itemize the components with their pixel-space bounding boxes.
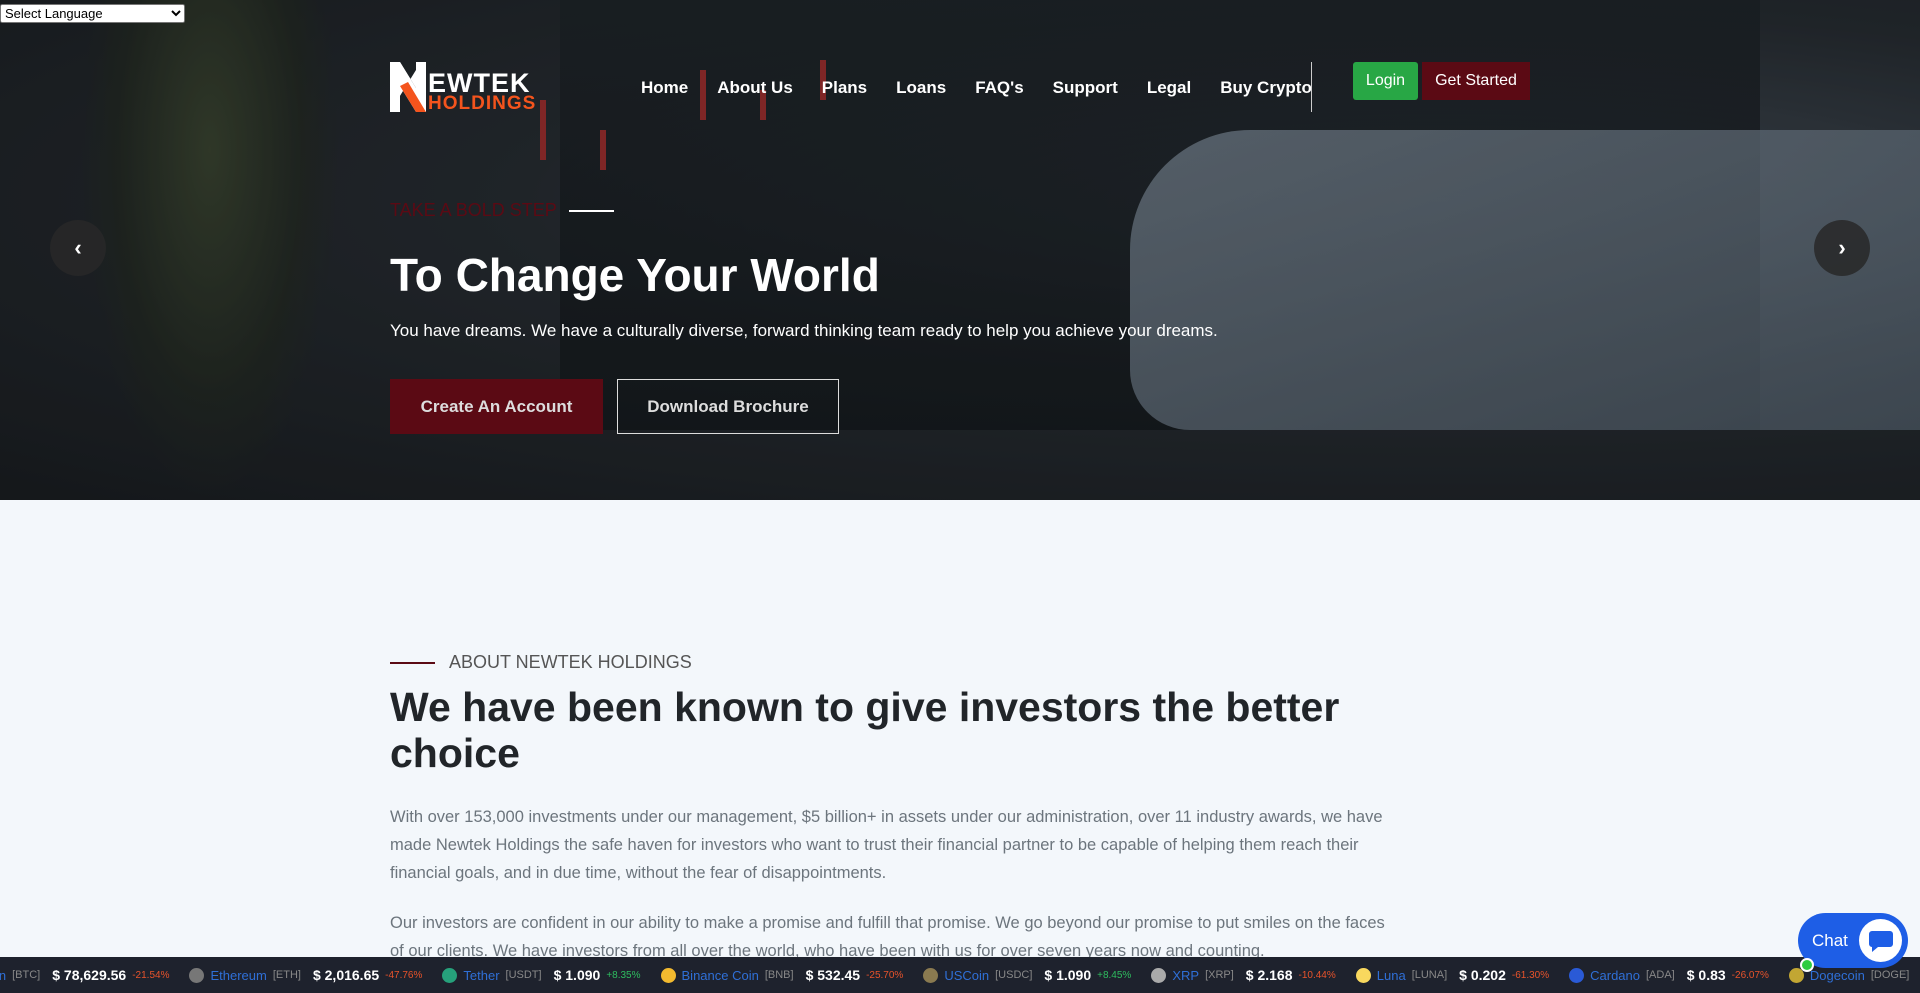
coin-symbol: [ADA] bbox=[1646, 969, 1675, 981]
coin-name: Ethereum bbox=[210, 967, 267, 983]
nav-loans[interactable]: Loans bbox=[896, 78, 946, 98]
about-paragraph-1: With over 153,000 investments under our … bbox=[390, 808, 1383, 882]
label-line bbox=[390, 661, 435, 664]
ticker-item[interactable]: USCoin [USDC] $ 1.090 +8.45% bbox=[923, 967, 1131, 983]
coin-name: Tether bbox=[463, 967, 500, 983]
coin-icon bbox=[1151, 967, 1167, 983]
prev-slide-button[interactable]: ‹ bbox=[50, 220, 106, 276]
hero-title: To Change Your World bbox=[390, 249, 880, 301]
coin-change: -25.70% bbox=[866, 969, 904, 981]
coin-symbol: [DOGE] bbox=[1870, 969, 1910, 981]
coin-name: Cardano bbox=[1590, 967, 1640, 983]
ticker-item[interactable]: Luna [LUNA] $ 0.202 -61.30% bbox=[1355, 967, 1550, 983]
coin-symbol: [LUNA] bbox=[1411, 969, 1448, 981]
coin-price: $ 0.202 bbox=[1459, 967, 1506, 983]
coin-icon bbox=[189, 967, 205, 983]
hero-subtitle: TAKE A BOLD STEP bbox=[390, 200, 614, 221]
coin-change: -21.54% bbox=[132, 969, 170, 981]
nav-plans[interactable]: Plans bbox=[822, 78, 867, 98]
coin-icon bbox=[660, 967, 676, 983]
main-nav: Home About Us Plans Loans FAQ's Support … bbox=[641, 78, 1312, 98]
about-heading: We have been known to give investors the… bbox=[390, 684, 1340, 776]
next-slide-button[interactable]: › bbox=[1814, 220, 1870, 276]
coin-icon bbox=[442, 967, 458, 983]
online-status-dot bbox=[1800, 958, 1814, 972]
nav-buy-crypto[interactable]: Buy Crypto bbox=[1220, 78, 1312, 98]
get-started-button[interactable]: Get Started bbox=[1422, 62, 1530, 100]
coin-change: +8.45% bbox=[1097, 969, 1132, 981]
coin-symbol: [ETH] bbox=[272, 969, 301, 981]
download-brochure-button[interactable]: Download Brochure bbox=[617, 379, 839, 434]
chat-bubble-icon bbox=[1859, 919, 1902, 962]
coin-name: Luna bbox=[1376, 967, 1406, 983]
coin-price: $ 2.168 bbox=[1245, 967, 1293, 983]
logo[interactable]: EWTEK HOLDINGS bbox=[390, 62, 540, 114]
coin-change: -47.76% bbox=[385, 969, 423, 981]
crypto-ticker: in [BTC] $ 78,629.56 -21.54% Ethereum [ETH] $ … bbox=[0, 957, 1920, 993]
nav-about[interactable]: About Us bbox=[717, 78, 793, 98]
coin-icon bbox=[1355, 967, 1371, 983]
coin-name: in bbox=[0, 967, 7, 983]
coin-symbol: [BNB] bbox=[764, 969, 794, 981]
coin-symbol: [XRP] bbox=[1205, 969, 1234, 981]
coin-change: +8.35% bbox=[606, 969, 641, 981]
nav-divider bbox=[1311, 62, 1312, 112]
coin-change: -10.44% bbox=[1298, 969, 1336, 981]
subtitle-line bbox=[568, 209, 614, 212]
chevron-right-icon: › bbox=[1838, 235, 1846, 260]
ticker-item[interactable]: Tether [USDT] $ 1.090 +8.35% bbox=[442, 967, 641, 983]
coin-price: $ 1.090 bbox=[553, 967, 601, 983]
nav-faqs[interactable]: FAQ's bbox=[975, 78, 1023, 98]
coin-name: XRP bbox=[1172, 967, 1200, 983]
coin-name: Binance Coin bbox=[681, 967, 759, 983]
create-account-button[interactable]: Create An Account bbox=[390, 379, 603, 434]
coin-price: $ 2,016.65 bbox=[312, 967, 380, 983]
ticker-item[interactable]: Cardano [ADA] $ 0.83 -26.07% bbox=[1569, 967, 1769, 983]
coin-symbol: [USDT] bbox=[505, 969, 542, 981]
ticker-item[interactable]: XRP [XRP] $ 2.168 -10.44% bbox=[1151, 967, 1336, 983]
hero-banner bbox=[0, 0, 1920, 500]
coin-symbol: [USDC] bbox=[995, 969, 1033, 981]
coin-icon bbox=[1569, 967, 1585, 983]
coin-price: $ 532.45 bbox=[805, 967, 861, 983]
about-label: ABOUT NEWTEK HOLDINGS bbox=[390, 652, 692, 673]
nav-home[interactable]: Home bbox=[641, 78, 688, 98]
ticker-item[interactable]: Binance Coin [BNB] $ 532.45 -25.70% bbox=[660, 967, 904, 983]
ticker-item[interactable]: in [BTC] $ 78,629.56 -21.54% bbox=[0, 967, 169, 983]
chevron-left-icon: ‹ bbox=[74, 235, 82, 260]
coin-symbol: [BTC] bbox=[12, 969, 41, 981]
coin-price: $ 78,629.56 bbox=[52, 967, 127, 983]
coin-name: USCoin bbox=[944, 967, 990, 983]
coin-name: Dogecoin bbox=[1809, 967, 1865, 983]
logo-n-icon bbox=[390, 62, 426, 112]
ticker-item[interactable]: Ethereum [ETH] $ 2,016.65 -47.76% bbox=[189, 967, 422, 983]
chat-button[interactable]: Chat bbox=[1798, 913, 1908, 972]
coin-change: -26.07% bbox=[1731, 969, 1769, 981]
coin-icon bbox=[923, 967, 939, 983]
nav-support[interactable]: Support bbox=[1053, 78, 1118, 98]
coin-change: -61.30% bbox=[1511, 969, 1550, 981]
login-button[interactable]: Login bbox=[1353, 62, 1418, 100]
nav-legal[interactable]: Legal bbox=[1147, 78, 1191, 98]
coin-price: $ 1.090 bbox=[1044, 967, 1092, 983]
language-select[interactable]: Select Language bbox=[0, 4, 185, 23]
coin-price: $ 0.83 bbox=[1686, 967, 1726, 983]
hero-description: You have dreams. We have a culturally di… bbox=[390, 321, 1218, 340]
